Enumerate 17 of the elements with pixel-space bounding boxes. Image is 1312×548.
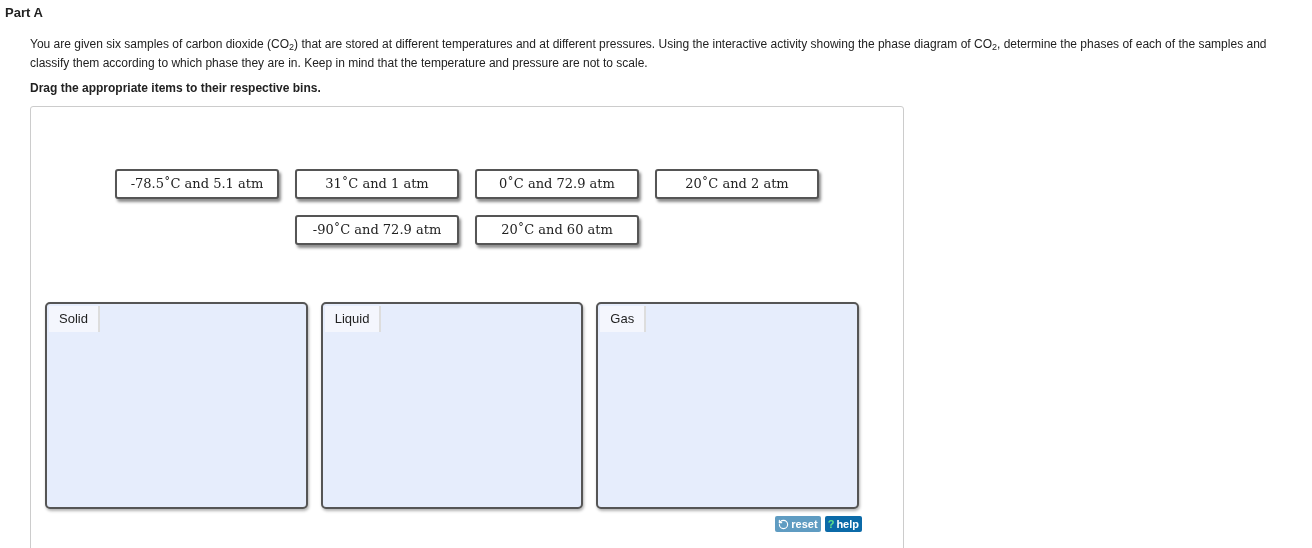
- draggable-item[interactable]: 31˚C and 1 atm: [295, 169, 459, 199]
- bin-label: Solid: [49, 306, 100, 332]
- drop-bin[interactable]: Solid: [45, 302, 308, 509]
- help-button[interactable]: ? help: [824, 516, 862, 532]
- reset-icon: [778, 518, 790, 530]
- bin-label: Gas: [600, 306, 647, 332]
- draggable-item[interactable]: -78.5˚C and 5.1 atm: [115, 169, 279, 199]
- bin-label: Liquid: [324, 306, 382, 332]
- draggable-item[interactable]: -90˚C and 72.9 atm: [295, 215, 459, 245]
- draggable-item[interactable]: 0˚C and 72.9 atm: [475, 169, 639, 199]
- drop-bin[interactable]: Gas: [596, 302, 859, 509]
- instruction-text: Drag the appropriate items to their respective bins.: [30, 80, 322, 96]
- draggable-item[interactable]: 20˚C and 2 atm: [655, 169, 819, 199]
- section-heading: Part A: [4, 4, 44, 21]
- draggable-item[interactable]: 20˚C and 60 atm: [475, 215, 639, 245]
- drop-bin[interactable]: Liquid: [320, 302, 584, 509]
- question-paragraph: You are given six samples of carbon dioxide (CO$_{2}$) that are stored at different temperatures and at different pressures. Using the interactive activity showing the phase diagram of CO$_{2}$, determine the phases of each of the samples and classify them according to which phase they are in. Keep in mind that the temperature and pressure are not to scale.: [30, 36, 1268, 72]
